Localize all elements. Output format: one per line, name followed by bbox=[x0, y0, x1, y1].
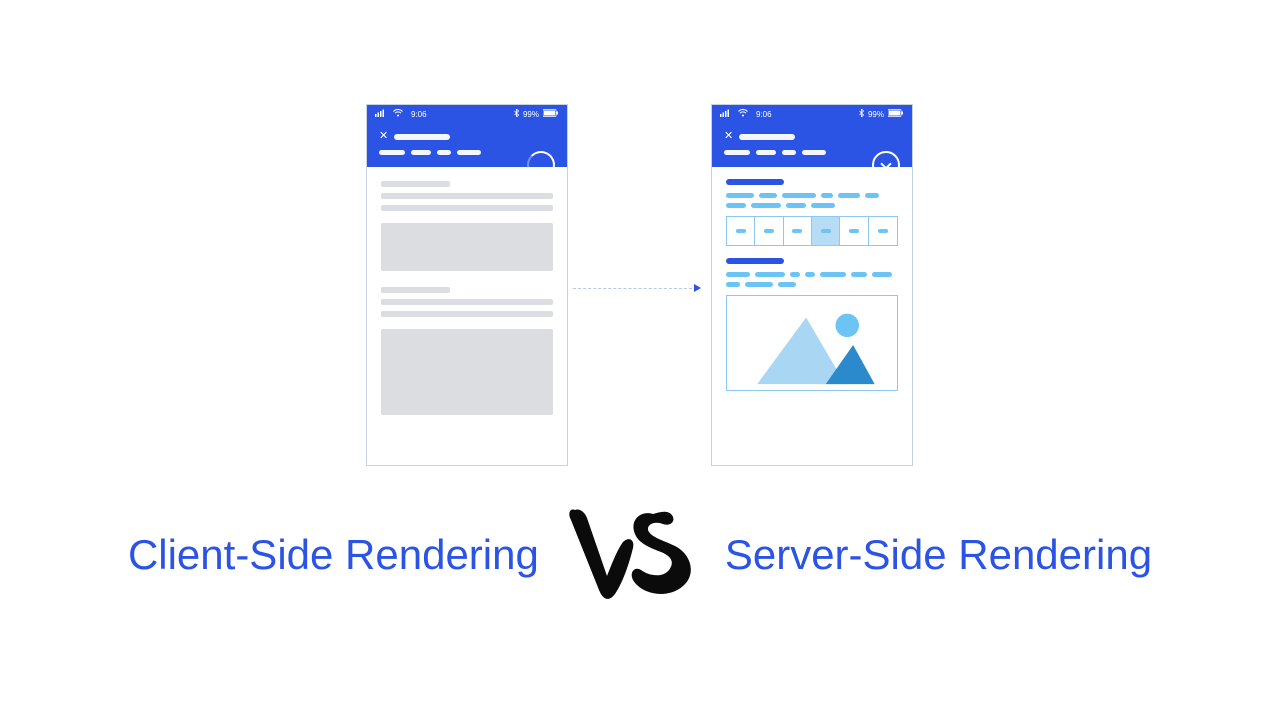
wifi-icon bbox=[393, 109, 403, 119]
status-battery-pct: 99% bbox=[523, 110, 539, 119]
text-fragment bbox=[726, 203, 746, 208]
status-battery-pct: 99% bbox=[868, 110, 884, 119]
diagram-stage: 9:06 99% ✕ bbox=[0, 0, 1280, 720]
header-nav bbox=[379, 150, 555, 155]
skeleton-line bbox=[381, 311, 553, 317]
text-fragment bbox=[755, 272, 785, 277]
text-fragment bbox=[821, 193, 833, 198]
text-fragment bbox=[811, 203, 835, 208]
text-fragment bbox=[778, 282, 796, 287]
action-circle-button bbox=[872, 151, 900, 179]
section-heading-placeholder bbox=[726, 179, 784, 185]
text-fragment bbox=[782, 193, 816, 198]
selector-row bbox=[726, 216, 898, 246]
nav-item-placeholder bbox=[457, 150, 481, 155]
status-time: 9:06 bbox=[411, 110, 427, 119]
text-fragment bbox=[790, 272, 800, 277]
text-fragment bbox=[872, 272, 892, 277]
bluetooth-icon bbox=[514, 109, 519, 119]
arrow-head-icon bbox=[694, 284, 701, 292]
nav-item-placeholder bbox=[756, 150, 776, 155]
skeleton-block bbox=[381, 223, 553, 271]
comparison-labels: Client-Side Rendering Server-Side Render… bbox=[0, 490, 1280, 620]
text-fragment bbox=[851, 272, 867, 277]
text-fragment bbox=[745, 282, 773, 287]
selector-cell bbox=[840, 217, 868, 245]
text-fragment bbox=[865, 193, 879, 198]
nav-item-placeholder bbox=[411, 150, 431, 155]
transition-arrow bbox=[573, 283, 701, 293]
app-header: ✕ bbox=[712, 123, 912, 167]
text-fragment bbox=[759, 193, 777, 198]
text-lines bbox=[726, 193, 898, 208]
image-placeholder bbox=[726, 295, 898, 391]
text-lines bbox=[726, 272, 898, 287]
app-header: ✕ bbox=[367, 123, 567, 167]
battery-icon bbox=[543, 109, 559, 119]
nav-item-placeholder bbox=[379, 150, 405, 155]
close-icon: ✕ bbox=[379, 131, 388, 142]
signal-icon bbox=[375, 109, 385, 119]
selector-cell-active bbox=[812, 217, 840, 245]
text-fragment bbox=[805, 272, 815, 277]
skeleton-line bbox=[381, 205, 553, 211]
text-fragment bbox=[820, 272, 846, 277]
chevron-down-icon bbox=[880, 158, 891, 169]
phone-mock-client-side: 9:06 99% ✕ bbox=[366, 104, 568, 466]
section-heading-placeholder bbox=[726, 258, 784, 264]
skeleton-line bbox=[381, 193, 553, 199]
text-fragment bbox=[726, 282, 740, 287]
skeleton-block bbox=[381, 329, 553, 415]
nav-item-placeholder bbox=[782, 150, 796, 155]
selector-cell bbox=[727, 217, 755, 245]
status-time: 9:06 bbox=[756, 110, 772, 119]
signal-icon bbox=[720, 109, 730, 119]
loading-spinner-icon bbox=[527, 151, 555, 179]
status-bar: 9:06 99% bbox=[712, 105, 912, 123]
content-loaded bbox=[712, 167, 912, 403]
text-fragment bbox=[726, 193, 754, 198]
content-skeleton bbox=[367, 167, 567, 429]
nav-item-placeholder bbox=[437, 150, 451, 155]
selector-cell bbox=[784, 217, 812, 245]
selector-cell bbox=[869, 217, 897, 245]
arrow-line bbox=[573, 288, 692, 289]
text-fragment bbox=[726, 272, 750, 277]
text-fragment bbox=[838, 193, 860, 198]
bluetooth-icon bbox=[859, 109, 864, 119]
header-title-placeholder bbox=[739, 134, 795, 140]
wifi-icon bbox=[738, 109, 748, 119]
phone-mock-server-side: 9:06 99% ✕ bbox=[711, 104, 913, 466]
skeleton-line bbox=[381, 181, 450, 187]
selector-cell bbox=[755, 217, 783, 245]
battery-icon bbox=[888, 109, 904, 119]
text-fragment bbox=[786, 203, 806, 208]
label-server-side: Server-Side Rendering bbox=[725, 531, 1152, 579]
text-fragment bbox=[751, 203, 781, 208]
header-nav bbox=[724, 150, 900, 155]
header-title-placeholder bbox=[394, 134, 450, 140]
nav-item-placeholder bbox=[724, 150, 750, 155]
label-client-side: Client-Side Rendering bbox=[128, 531, 539, 579]
skeleton-line bbox=[381, 287, 450, 293]
skeleton-line bbox=[381, 299, 553, 305]
vs-graphic bbox=[557, 490, 707, 620]
nav-item-placeholder bbox=[802, 150, 826, 155]
close-icon: ✕ bbox=[724, 131, 733, 142]
status-bar: 9:06 99% bbox=[367, 105, 567, 123]
